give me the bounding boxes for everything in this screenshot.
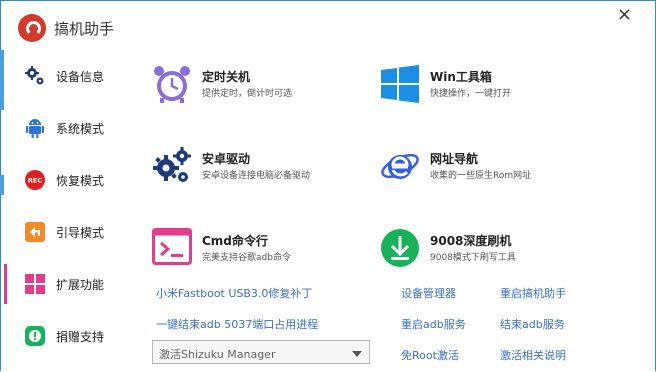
rec-icon: REC (24, 169, 46, 191)
tool-desc: 快捷操作，一键打开 (430, 89, 512, 99)
tool-name: 9008深度刷机 (430, 234, 512, 248)
sidebar-item-label: 引导模式 (56, 225, 105, 240)
chevron-down-icon (352, 351, 362, 357)
sidebar-item-label: 系统模式 (56, 121, 105, 136)
link-device-manager[interactable]: 设备管理器 (401, 285, 456, 301)
grid-icon (24, 273, 46, 295)
tool-name: 网址导航 (430, 152, 479, 166)
tool-desc: 收集的一些原生Rom网址 (430, 171, 532, 181)
tool-name: Win工具箱 (430, 70, 492, 84)
sidebar-item-label: 捐赠支持 (56, 329, 105, 344)
link-fastboot-patch[interactable]: 小米Fastboot USB3.0修复补丁 (156, 285, 312, 301)
active-indicator (4, 264, 7, 304)
download-icon (380, 228, 420, 268)
sidebar-item-label: 恢复模式 (56, 173, 105, 188)
exclamation-icon (24, 325, 46, 347)
ie-logo-icon (380, 146, 420, 186)
link-restart-adb[interactable]: 重启adb服务 (401, 316, 466, 332)
tool-desc: 完美支持谷歌adb命令 (202, 253, 291, 263)
app-header: 搞机助手 (18, 14, 114, 42)
sidebar-item-donate[interactable]: 捐赠支持 (0, 316, 130, 356)
link-restart-app[interactable]: 重启搞机助手 (500, 285, 566, 301)
android-icon (24, 117, 46, 139)
tool-name: 定时关机 (202, 70, 251, 84)
tool-desc: 提供定时，倒计时可选 (202, 89, 293, 99)
sidebar-item-system-mode[interactable]: 系统模式 (0, 108, 130, 148)
gears-icon (24, 65, 46, 87)
svg-text:REC: REC (28, 177, 42, 185)
tool-name: 安卓驱动 (202, 152, 251, 166)
tool-desc: 安卓设备连接电脑必备驱动 (202, 171, 311, 181)
sidebar-item-label: 扩展功能 (56, 277, 105, 292)
shizuku-select[interactable]: 激活Shizuku Manager (152, 340, 370, 364)
tool-cmd[interactable]: Cmd命令行 完美支持谷歌adb命令 (152, 228, 352, 278)
sidebar-item-extensions[interactable]: 扩展功能 (0, 264, 130, 304)
driver-gears-icon (152, 146, 192, 186)
link-activate-help[interactable]: 激活相关说明 (500, 347, 566, 363)
sidebar-item-label: 设备信息 (56, 69, 105, 84)
sidebar-item-recovery-mode[interactable]: REC 恢复模式 (0, 160, 130, 200)
shizuku-select-value: 激活Shizuku Manager (159, 348, 276, 361)
alarm-clock-icon (152, 64, 192, 104)
link-root-free-activate[interactable]: 免Root激活 (401, 347, 459, 363)
terminal-icon (152, 228, 192, 268)
tool-timed-shutdown[interactable]: 定时关机 提供定时，倒计时可选 (152, 64, 352, 114)
tool-9008-flash[interactable]: 9008深度刷机 9008模式下刷写工具 (380, 228, 580, 278)
tool-android-driver[interactable]: 安卓驱动 安卓设备连接电脑必备驱动 (152, 146, 352, 196)
app-logo-icon (18, 14, 46, 42)
sidebar-item-device-info[interactable]: 设备信息 (0, 56, 130, 96)
back-arrow-icon (24, 221, 46, 243)
app-title: 搞机助手 (54, 19, 115, 38)
sidebar-item-bootloader-mode[interactable]: 引导模式 (0, 212, 130, 252)
link-kill-adb-port[interactable]: 一键结束adb 5037端口占用进程 (156, 316, 318, 332)
tool-name: Cmd命令行 (202, 234, 268, 248)
tool-win-toolbox[interactable]: Win工具箱 快捷操作，一键打开 (380, 64, 580, 114)
close-button[interactable]: × (617, 4, 632, 25)
windows-logo-icon (380, 64, 420, 104)
tool-desc: 9008模式下刷写工具 (430, 253, 516, 263)
link-stop-adb[interactable]: 结束adb服务 (500, 316, 565, 332)
tool-url-navigation[interactable]: 网址导航 收集的一些原生Rom网址 (380, 146, 580, 196)
sidebar: 设备信息 系统模式 REC 恢复模式 引导模式 扩展功能 捐赠支持 (0, 50, 130, 372)
